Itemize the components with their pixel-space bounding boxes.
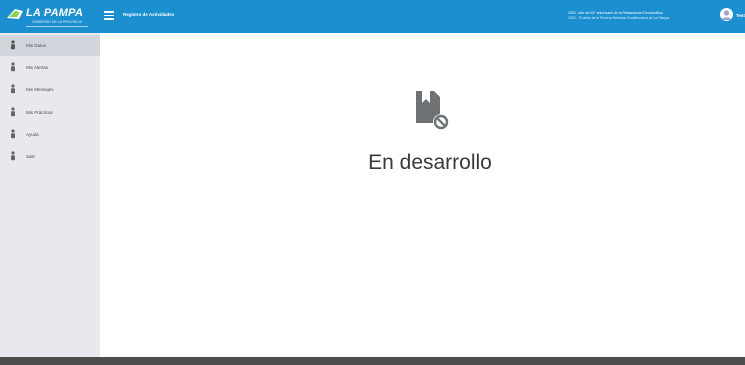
sidebar-item-mis-datos[interactable]: Mis Datos (0, 35, 100, 56)
sidebar-item-label: Ayuda (26, 132, 39, 137)
decree-line-2: 2023 - 70 años de la Primera Reforma Con… (568, 16, 670, 20)
sidebar: Mis Datos Mis Alertas Mis Mensajes Mis P… (0, 33, 100, 357)
logo-flag-icon (7, 9, 23, 19)
main-content: En desarrollo (100, 33, 745, 357)
menu-toggle-icon[interactable] (104, 11, 114, 21)
sidebar-item-label: Mis Alertas (26, 65, 49, 70)
sidebar-item-mis-practicas[interactable]: Mis Prácticas (0, 102, 100, 123)
decree-text: 2023 - año del 40° aniversario de la Res… (568, 11, 718, 21)
sidebar-item-label: Salir (26, 154, 36, 159)
sidebar-item-salir[interactable]: Salir (0, 146, 100, 167)
sidebar-item-ayuda[interactable]: Ayuda (0, 124, 100, 145)
logo-text: LA PAMPA (26, 7, 84, 19)
logo-underline (26, 26, 88, 27)
user-icon (11, 129, 15, 139)
sidebar-item-label: Mis Datos (26, 43, 47, 48)
logo-subtitle: GOBIERNO DE LA PROVINCIA (32, 20, 82, 24)
sidebar-item-label: Mis Prácticas (26, 110, 53, 115)
status-text: En desarrollo (368, 151, 492, 174)
sidebar-item-label: Mis Mensajes (26, 87, 54, 92)
user-icon (11, 84, 15, 94)
top-navbar: LA PAMPA GOBIERNO DE LA PROVINCIA Regist… (0, 0, 745, 33)
sidebar-item-mis-mensajes[interactable]: Mis Mensajes (0, 79, 100, 100)
document-blocked-icon (416, 91, 449, 130)
footer-bar (0, 357, 745, 365)
user-name[interactable]: Test (736, 13, 745, 18)
user-icon (11, 62, 15, 72)
la-pampa-logo[interactable]: LA PAMPA GOBIERNO DE LA PROVINCIA (6, 4, 92, 30)
app-title: Registro de Actividades (123, 12, 175, 17)
user-icon (11, 40, 15, 50)
user-icon (11, 151, 15, 161)
user-icon (11, 107, 15, 117)
user-avatar-icon[interactable] (720, 8, 733, 21)
sidebar-item-mis-alertas[interactable]: Mis Alertas (0, 57, 100, 78)
